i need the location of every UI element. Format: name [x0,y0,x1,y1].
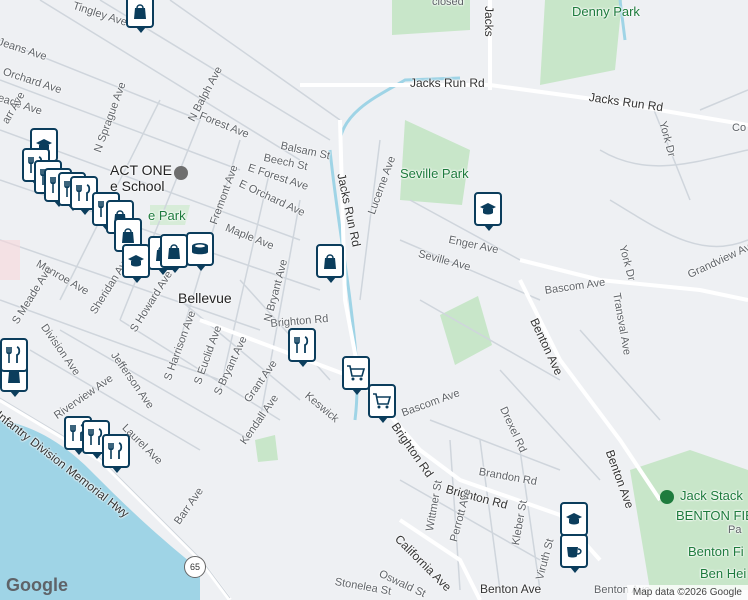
poi-label: closed [432,0,464,8]
restaurant-marker[interactable] [0,338,28,377]
poi-label: ACT ONE [110,162,172,178]
shopping-cart-icon [347,365,366,381]
restaurant-marker[interactable] [102,434,130,473]
restaurant-icon [294,336,309,353]
map-attribution[interactable]: Map data ©2026 Google [626,585,748,600]
shopping-cart-marker[interactable] [342,356,370,395]
cafe-marker[interactable] [560,534,588,573]
school-icon [566,513,582,525]
shopping-bag-icon [122,228,134,243]
school-marker[interactable] [122,244,150,283]
street-label: Co [732,122,747,134]
road-label: Benton Ave [480,582,542,596]
park-label: Denny Park [572,4,640,19]
park-area [400,120,470,205]
park-label: BENTON FIELDS [676,508,748,523]
shopping-cart-icon [373,393,392,409]
route-shield: 65 [184,556,206,578]
restaurant-icon [108,442,123,459]
park-label: Ben Hei [700,566,747,581]
shopping-bag-icon [134,4,146,19]
cafe-icon [567,547,582,558]
urban-area [0,240,20,280]
school-marker[interactable] [474,192,502,231]
park-poi-icon[interactable] [660,490,674,504]
town-label: Bellevue [178,290,232,306]
shopping-bag-marker[interactable] [316,244,344,283]
road-label: Jacks [482,6,496,37]
restaurant-marker[interactable] [288,328,316,367]
park-label: e Park [148,208,186,223]
shopping-cart-marker[interactable] [368,384,396,423]
shopping-bag-icon [168,244,180,259]
google-logo: Google [6,575,68,595]
school-icon [480,203,496,215]
school-icon [128,255,144,267]
poi-label: e School [110,178,165,194]
school-marker[interactable] [560,502,588,541]
restaurant-icon [6,346,21,363]
restaurant-icon [76,184,91,201]
street-label: Pa [728,524,742,536]
park-label: Benton Fi [688,544,744,559]
school-poi-icon[interactable] [174,166,188,180]
stadium-icon [192,243,208,255]
map-canvas[interactable]: Tingley Ave Jeans Ave Orchard Ave eade A… [0,0,748,600]
park-label: Seville Park [400,166,469,181]
park-area [255,435,278,462]
park-label: Jack Stack [680,488,743,503]
park-area [440,296,492,365]
shopping-bag-marker[interactable] [126,0,154,33]
stadium-marker[interactable] [186,232,214,271]
shopping-bag-icon [324,254,336,269]
shopping-bag-marker[interactable] [160,234,188,273]
road-label: Jacks Run Rd [410,76,485,90]
